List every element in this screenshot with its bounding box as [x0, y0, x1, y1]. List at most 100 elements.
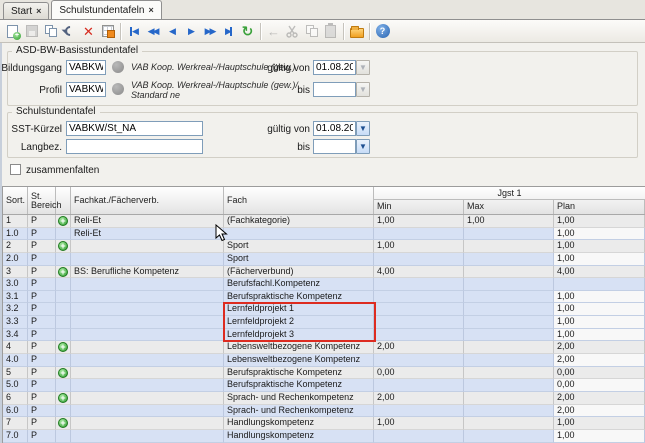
table-row[interactable]: 4.0PLebensweltbezogene Kompetenz2,00 [3, 354, 645, 367]
cell-plan: 1,00 [554, 228, 645, 241]
tafel-gueltig-von-dropdown chevron-down-icon[interactable]: ▼ [356, 121, 370, 136]
header-min[interactable]: Min [374, 200, 464, 214]
table-row[interactable]: 2.0PSport1,00 [3, 253, 645, 266]
header-fach[interactable]: Fach [224, 187, 374, 214]
bildungsgang-input[interactable] [66, 60, 106, 75]
delete-record-button[interactable]: ✕ [79, 22, 98, 41]
profil-input[interactable] [66, 82, 106, 97]
cell-fach: (Fachkategorie) [224, 215, 374, 228]
duplicate-record-button[interactable] [41, 22, 60, 41]
expand-plus-icon[interactable]: + [58, 216, 68, 226]
table-row[interactable]: 2P+Sport1,001,00 [3, 240, 645, 253]
cell-bereich: P [28, 417, 56, 430]
cell-sort: 3.1 [3, 291, 28, 304]
refresh-button[interactable]: ↻ [238, 22, 257, 41]
cell-fach [224, 228, 374, 241]
tab-schulstundentafeln[interactable]: Schulstundentafeln × [51, 0, 161, 19]
tab-start[interactable]: Start × [3, 2, 49, 19]
header-bereich[interactable]: St. Bereich [28, 187, 56, 214]
tafel-bis-input[interactable] [313, 139, 356, 154]
table-row[interactable]: 5.0PBerufspraktische Kompetenz0,00 [3, 379, 645, 392]
table-row[interactable]: 4P+Lebensweltbezogene Kompetenz2,002,00 [3, 341, 645, 354]
table-row[interactable]: 3.4PLernfeldprojekt 31,00 [3, 329, 645, 342]
basis-gueltig-von-input[interactable] [313, 60, 356, 75]
expand-plus-icon[interactable]: + [58, 368, 68, 378]
table-row[interactable]: 3.0PBerufsfachl.Kompetenz [3, 278, 645, 291]
cell-icon [56, 228, 71, 241]
expand-plus-icon[interactable]: + [58, 418, 68, 428]
header-icon-column[interactable] [56, 187, 71, 214]
tafel-gueltig-von-input[interactable] [313, 121, 356, 136]
table-row[interactable]: 3.2PLernfeldprojekt 11,00 [3, 303, 645, 316]
fast-forward-icon: ▶▶ [205, 26, 215, 37]
edit-form-button[interactable] [98, 22, 117, 41]
cell-bereich: P [28, 354, 56, 367]
basis-bis-input[interactable] [313, 82, 356, 97]
table-row[interactable]: 7P+Handlungskompetenz1,001,00 [3, 417, 645, 430]
profil-lookup-icon[interactable] [112, 83, 124, 95]
new-record-button[interactable]: + [3, 22, 22, 41]
open-folder-button[interactable] [347, 22, 366, 41]
last-record-icon: ▶ [225, 26, 232, 37]
help-button[interactable]: ? [373, 22, 392, 41]
expand-plus-icon[interactable]: + [58, 241, 68, 251]
cell-fachkat [71, 430, 224, 443]
fast-rewind-button[interactable]: ◀◀ [143, 22, 162, 41]
previous-record-button[interactable]: ◀ [162, 22, 181, 41]
header-max[interactable]: Max [464, 200, 554, 214]
navigate-back-button[interactable]: ← [264, 22, 283, 41]
cut-button[interactable] [283, 22, 302, 41]
table-row[interactable]: 3P+BS: Berufliche Kompetenz(Fächerverbun… [3, 266, 645, 279]
paste-button[interactable] [321, 22, 340, 41]
cell-plan: 4,00 [554, 266, 645, 279]
cell-icon[interactable]: + [56, 266, 71, 279]
cell-icon[interactable]: + [56, 367, 71, 380]
cell-icon[interactable]: + [56, 215, 71, 228]
basis-bis-dropdown chevron-down-icon[interactable]: ▼ [356, 82, 370, 97]
tafel-bis-dropdown chevron-down-icon[interactable]: ▼ [356, 139, 370, 154]
cell-max [464, 392, 554, 405]
basis-gueltig-von-dropdown chevron-down-icon[interactable]: ▼ [356, 60, 370, 75]
bildungsgang-lookup-icon[interactable] [112, 61, 124, 73]
table-row[interactable]: 6P+Sprach- und Rechenkompetenz2,002,00 [3, 392, 645, 405]
table-row[interactable]: 6.0PSprach- und Rechenkompetenz2,00 [3, 405, 645, 418]
cell-plan [554, 278, 645, 291]
table-row[interactable]: 5P+Berufspraktische Kompetenz0,000,00 [3, 367, 645, 380]
langbez-input[interactable] [66, 139, 203, 154]
table-row[interactable]: 1.0PReli-Et1,00 [3, 228, 645, 241]
cell-max [464, 303, 554, 316]
tab-close-icon[interactable]: × [36, 7, 41, 16]
zusammenfalten-checkbox[interactable] [10, 164, 21, 175]
next-record-button[interactable]: ▶ [181, 22, 200, 41]
cell-icon[interactable]: + [56, 417, 71, 430]
zusammenfalten-label: zusammenfalten [26, 165, 99, 176]
fast-forward-button[interactable]: ▶▶ [200, 22, 219, 41]
cell-bereich: P [28, 367, 56, 380]
sst-kuerzel-label: SST-Kürzel [0, 124, 62, 135]
cell-icon[interactable]: + [56, 240, 71, 253]
cell-plan: 1,00 [554, 215, 645, 228]
cell-min: 2,00 [374, 341, 464, 354]
table-row[interactable]: 3.3PLernfeldprojekt 21,00 [3, 316, 645, 329]
header-plan[interactable]: Plan [554, 200, 645, 214]
cell-plan: 2,00 [554, 392, 645, 405]
tab-close-icon[interactable]: × [148, 6, 153, 15]
cell-icon[interactable]: + [56, 392, 71, 405]
header-fachkat[interactable]: Fachkat./Fächerverb. [71, 187, 224, 214]
table-row[interactable]: 3.1PBerufspraktische Kompetenz1,00 [3, 291, 645, 304]
expand-plus-icon[interactable]: + [58, 393, 68, 403]
header-jgst[interactable]: Jgst 1 [374, 187, 645, 200]
header-sort[interactable]: Sort. [3, 187, 28, 214]
cell-icon[interactable]: + [56, 341, 71, 354]
sst-kuerzel-input[interactable] [66, 121, 203, 136]
copy-button[interactable] [302, 22, 321, 41]
last-record-button[interactable]: ▶ [219, 22, 238, 41]
expand-plus-icon[interactable]: + [58, 267, 68, 277]
cell-fach: Sprach- und Rechenkompetenz [224, 392, 374, 405]
table-row[interactable]: 7.0PHandlungskompetenz1,00 [3, 430, 645, 443]
table-row[interactable]: 1P+Reli-Et(Fachkategorie)1,001,001,00 [3, 215, 645, 228]
save-button[interactable] [22, 22, 41, 41]
first-record-button[interactable]: ◀ [124, 22, 143, 41]
expand-plus-icon[interactable]: + [58, 342, 68, 352]
undo-button[interactable] [60, 22, 79, 41]
